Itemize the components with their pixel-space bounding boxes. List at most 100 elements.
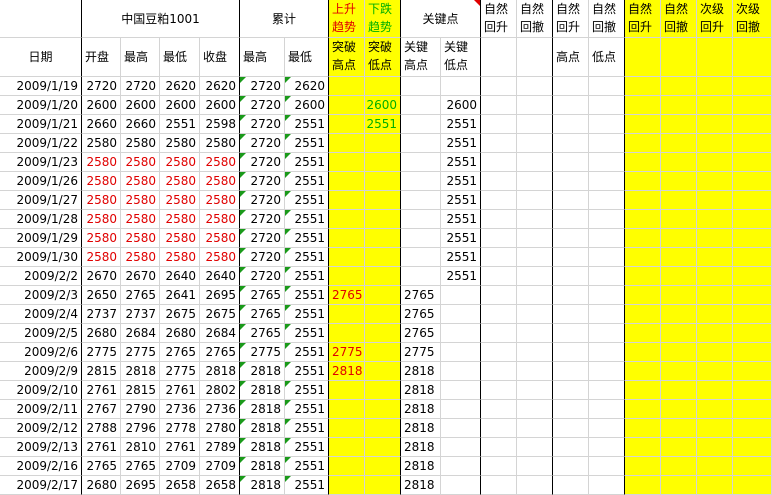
subheader-key-low-line-2: 低点 <box>444 58 469 72</box>
cell-n2 <box>517 77 553 96</box>
cell-low: 2580 <box>160 153 200 172</box>
subheader-break-high-line-1: 突破 <box>332 40 357 54</box>
cell-n1 <box>481 419 517 438</box>
cell-s1 <box>697 153 733 172</box>
cell-break-low <box>365 400 401 419</box>
cell-open: 2580 <box>82 229 121 248</box>
cell-n5 <box>625 172 661 191</box>
subheader-blank-s2 <box>733 38 772 77</box>
cell-break-high <box>329 191 365 210</box>
cell-cum-low: 2551 <box>285 229 329 248</box>
cell-n5 <box>625 210 661 229</box>
cell-s1 <box>697 343 733 362</box>
cell-key-low <box>441 362 481 381</box>
cell-key-high: 2765 <box>401 305 441 324</box>
cell-break-high <box>329 438 365 457</box>
cell-high: 2580 <box>121 210 160 229</box>
cell-key-low <box>441 381 481 400</box>
cell-n5 <box>625 343 661 362</box>
cell-open: 2720 <box>82 77 121 96</box>
cell-n3 <box>553 77 589 96</box>
cell-low: 2620 <box>160 77 200 96</box>
cell-n6 <box>661 419 697 438</box>
cell-s2 <box>733 191 772 210</box>
cell-s2 <box>733 381 772 400</box>
cell-break-high: 2765 <box>329 286 365 305</box>
cell-n3 <box>553 210 589 229</box>
cell-n2 <box>517 476 553 495</box>
cumulative-title: 累计 <box>271 12 296 26</box>
cell-s1 <box>697 248 733 267</box>
cell-key-high: 2818 <box>401 400 441 419</box>
cell-s1 <box>697 438 733 457</box>
cell-key-high <box>401 172 441 191</box>
cell-cum-high: 2720 <box>240 115 285 134</box>
subheader-open-text: 开盘 <box>85 50 110 64</box>
cell-n1 <box>481 210 517 229</box>
cell-n1 <box>481 77 517 96</box>
cell-break-low <box>365 343 401 362</box>
cell-break-high <box>329 305 365 324</box>
product-title: 中国豆粕1001 <box>121 12 200 26</box>
cell-n1 <box>481 267 517 286</box>
cell-n2 <box>517 172 553 191</box>
cell-n6 <box>661 324 697 343</box>
cell-high: 2790 <box>121 400 160 419</box>
cell-n2 <box>517 324 553 343</box>
cell-n1 <box>481 191 517 210</box>
cell-n6 <box>661 438 697 457</box>
cell-n4 <box>589 191 625 210</box>
cell-close: 2580 <box>200 248 240 267</box>
cell-key-low: 2551 <box>441 115 481 134</box>
cell-break-high <box>329 172 365 191</box>
cell-close: 2580 <box>200 210 240 229</box>
cell-cum-high: 2720 <box>240 77 285 96</box>
down-trend-line-1: 下跌 <box>368 2 393 16</box>
cell-s2 <box>733 248 772 267</box>
cell-s1 <box>697 419 733 438</box>
cell-low: 2580 <box>160 210 200 229</box>
cell-break-high <box>329 115 365 134</box>
subheader-low: 最低 <box>160 38 200 77</box>
cell-cum-high: 2818 <box>240 476 285 495</box>
subheader-col-low: 低点 <box>589 38 625 77</box>
cell-low: 2580 <box>160 229 200 248</box>
cell-n4 <box>589 267 625 286</box>
cell-low: 2580 <box>160 172 200 191</box>
cell-high: 2670 <box>121 267 160 286</box>
cell-n2 <box>517 267 553 286</box>
cell-open: 2788 <box>82 419 121 438</box>
cell-key-high: 2775 <box>401 343 441 362</box>
natural-rally-3-line-2: 回升 <box>628 20 653 34</box>
cell-open: 2765 <box>82 457 121 476</box>
cell-n1 <box>481 229 517 248</box>
cell-cum-low: 2551 <box>285 324 329 343</box>
cell-cum-high: 2765 <box>240 286 285 305</box>
cell-s2 <box>733 115 772 134</box>
header-natural-reaction-2: 自然 回撤 <box>589 0 625 38</box>
key-points-title: 关键点 <box>422 12 459 26</box>
cell-high: 2684 <box>121 324 160 343</box>
cell-date: 2009/2/4 <box>0 305 82 324</box>
cell-key-high <box>401 267 441 286</box>
cell-close: 2580 <box>200 172 240 191</box>
cell-key-low: 2551 <box>441 153 481 172</box>
cell-low: 2709 <box>160 457 200 476</box>
cell-cum-high: 2720 <box>240 134 285 153</box>
cell-key-high <box>401 115 441 134</box>
cell-n3 <box>553 229 589 248</box>
cell-break-high <box>329 457 365 476</box>
cell-n5 <box>625 191 661 210</box>
cell-break-high <box>329 96 365 115</box>
cell-n3 <box>553 286 589 305</box>
cell-cum-high: 2720 <box>240 229 285 248</box>
cell-cum-high: 2720 <box>240 191 285 210</box>
header-natural-reaction-1: 自然 回撤 <box>517 0 553 38</box>
cell-key-high: 2765 <box>401 286 441 305</box>
cell-n5 <box>625 77 661 96</box>
cell-n5 <box>625 305 661 324</box>
subheader-cum-low-text: 最低 <box>288 50 313 64</box>
cell-n4 <box>589 305 625 324</box>
cell-n3 <box>553 134 589 153</box>
cell-n6 <box>661 362 697 381</box>
